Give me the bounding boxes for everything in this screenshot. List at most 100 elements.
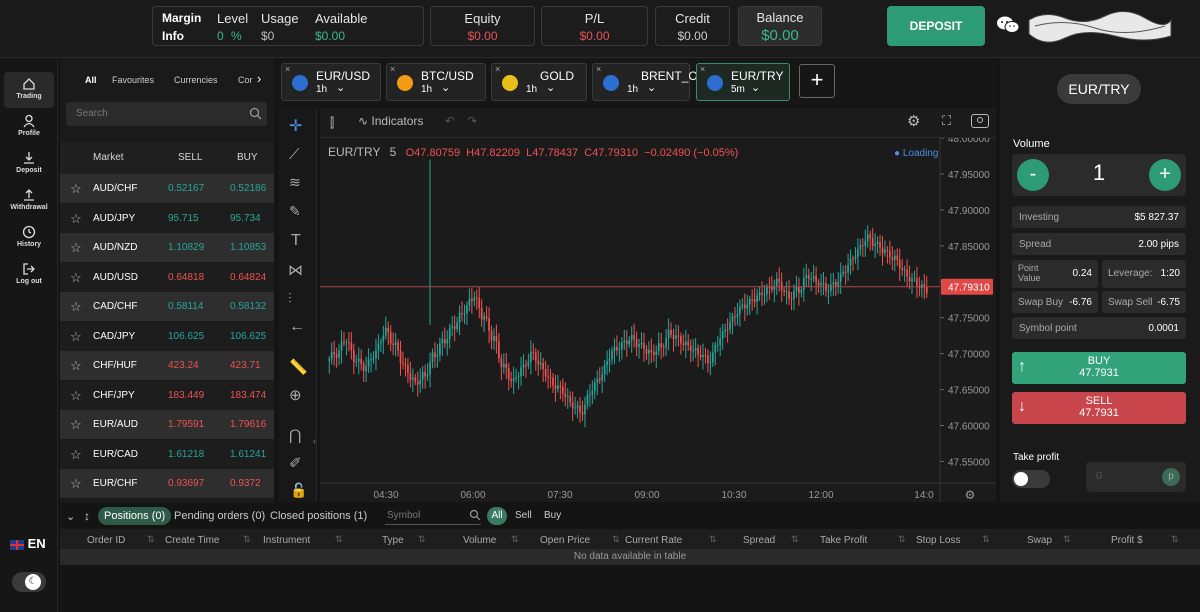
chevron-down-icon[interactable]: ⌄ xyxy=(546,81,555,94)
chevron-right-icon[interactable]: › xyxy=(257,71,261,86)
star-icon[interactable]: ☆ xyxy=(70,388,82,404)
lock-drawing-icon[interactable]: ✐ xyxy=(289,454,302,472)
sort-icon[interactable]: ⇅ xyxy=(612,534,620,545)
filter-all-button[interactable]: All xyxy=(487,507,507,525)
market-buy-price[interactable]: 1.61241 xyxy=(230,449,266,460)
market-row[interactable]: ☆ CAD/JPY 106.625 106.625 xyxy=(60,321,274,351)
market-buy-price[interactable]: 1.79616 xyxy=(230,419,266,430)
filter-more[interactable]: Cor xyxy=(238,75,253,85)
market-row[interactable]: ☆ AUD/USD 0.64818 0.64824 xyxy=(60,262,274,292)
volume-value[interactable]: 1 xyxy=(1082,160,1116,186)
candle-type-icon[interactable]: ⫿ xyxy=(330,115,334,131)
camera-icon[interactable] xyxy=(971,114,989,128)
market-sell-price[interactable]: 0.93697 xyxy=(168,478,204,489)
column-header[interactable]: Spread xyxy=(743,535,775,546)
collapse-chevron-icon[interactable]: ⌄ xyxy=(66,510,75,523)
market-buy-price[interactable]: 0.58132 xyxy=(230,301,266,312)
brush-tool-icon[interactable]: ✎ xyxy=(289,203,301,220)
filter-all[interactable]: All xyxy=(85,75,97,85)
volume-stepper[interactable]: - 1 + xyxy=(1012,154,1186,196)
market-row[interactable]: ☆ EUR/AUD 1.79591 1.79616 xyxy=(60,410,274,439)
column-header[interactable]: Stop Loss xyxy=(916,535,960,546)
back-arrow-icon[interactable]: ← xyxy=(289,318,305,336)
lock-icon[interactable]: 🔓 xyxy=(290,482,307,499)
close-icon[interactable]: × xyxy=(596,64,601,74)
sort-icon[interactable]: ⇅ xyxy=(982,534,990,545)
filter-sell-button[interactable]: Sell xyxy=(515,510,532,521)
nav-trading[interactable]: Trading xyxy=(4,72,54,108)
chevron-down-icon[interactable]: ⌄ xyxy=(441,81,450,94)
sell-button[interactable]: ↓ SELL 47.7931 xyxy=(1012,392,1186,424)
market-sell-price[interactable]: 95.715 xyxy=(168,213,199,224)
column-header[interactable]: Order ID xyxy=(87,535,125,546)
market-sell-price[interactable]: 106.625 xyxy=(168,331,204,342)
volume-increase-button[interactable]: + xyxy=(1149,159,1181,191)
star-icon[interactable]: ☆ xyxy=(70,447,82,463)
ruler-tool-icon[interactable]: 📏 xyxy=(289,358,308,376)
theme-toggle[interactable]: ☾ xyxy=(12,572,46,592)
fullscreen-icon[interactable]: ⛶ xyxy=(942,113,951,129)
market-row[interactable]: ☆ AUD/NZD 1.10829 1.10853 xyxy=(60,233,274,262)
close-icon[interactable]: × xyxy=(390,64,395,74)
market-buy-price[interactable]: 0.52186 xyxy=(230,183,266,194)
instrument-tab[interactable]: × EUR/TRY 5m ⌄ xyxy=(696,63,790,101)
text-tool-icon[interactable]: T xyxy=(291,232,301,250)
sort-icon[interactable]: ⇅ xyxy=(1063,534,1071,545)
column-header[interactable]: Volume xyxy=(463,535,496,546)
market-buy-price[interactable]: 95.734 xyxy=(230,213,261,224)
market-buy-price[interactable]: 0.9372 xyxy=(230,478,261,489)
market-buy-price[interactable]: 423.71 xyxy=(230,360,261,371)
sort-icon[interactable]: ⇅ xyxy=(1171,534,1179,545)
redo-icon[interactable]: ↷ xyxy=(467,114,477,128)
column-header[interactable]: Instrument xyxy=(263,535,310,546)
chevron-down-icon[interactable]: ⌄ xyxy=(751,81,760,94)
market-row[interactable]: ☆ CHF/HUF 423.24 423.71 xyxy=(60,351,274,380)
column-header[interactable]: Type xyxy=(382,535,404,546)
market-sell-price[interactable]: 1.79591 xyxy=(168,419,204,430)
prediction-tool-icon[interactable]: ⫶ xyxy=(288,290,292,307)
indicators-button[interactable]: ∿ Indicators xyxy=(358,114,423,128)
magnet-icon[interactable]: ⋂ xyxy=(289,426,301,444)
market-row[interactable]: ☆ EUR/CAD 1.61218 1.61241 xyxy=(60,439,274,469)
buy-button[interactable]: ↑ BUY 47.7931 xyxy=(1012,352,1186,384)
chevron-down-icon[interactable]: ⌄ xyxy=(647,81,656,94)
market-sell-price[interactable]: 0.52167 xyxy=(168,183,204,194)
resize-arrows-icon[interactable]: ↕ xyxy=(84,509,90,523)
market-sell-price[interactable]: 423.24 xyxy=(168,360,199,371)
star-icon[interactable]: ☆ xyxy=(70,329,82,345)
star-icon[interactable]: ☆ xyxy=(70,417,82,433)
sort-icon[interactable]: ⇅ xyxy=(418,534,426,545)
settings-gear-icon[interactable]: ⚙ xyxy=(907,112,920,130)
close-icon[interactable]: × xyxy=(495,64,500,74)
sort-icon[interactable]: ⇅ xyxy=(147,534,155,545)
deposit-button[interactable]: DEPOSIT xyxy=(887,6,985,46)
take-profit-toggle[interactable] xyxy=(1012,470,1050,488)
market-buy-price[interactable]: 1.10853 xyxy=(230,242,266,253)
market-row[interactable]: ☆ AUD/JPY 95.715 95.734 xyxy=(60,203,274,233)
star-icon[interactable]: ☆ xyxy=(70,358,82,374)
market-sell-price[interactable]: 0.58114 xyxy=(168,301,203,312)
sort-icon[interactable]: ⇅ xyxy=(709,534,717,545)
close-icon[interactable]: × xyxy=(285,64,290,74)
price-chart[interactable]: EUR/TRY 5 O47.80759 H47.82209 L47.78437 … xyxy=(320,138,996,502)
market-buy-price[interactable]: 106.625 xyxy=(230,331,266,342)
crosshair-tool-icon[interactable]: ✛ xyxy=(289,116,302,136)
nav-logout[interactable]: Log out xyxy=(4,262,54,285)
wechat-icon[interactable] xyxy=(996,14,1020,39)
star-icon[interactable]: ☆ xyxy=(70,181,82,197)
sort-icon[interactable]: ⇅ xyxy=(243,534,251,545)
trendline-tool-icon[interactable]: ⟋ xyxy=(289,146,300,163)
market-row[interactable]: ☆ CAD/CHF 0.58114 0.58132 xyxy=(60,292,274,321)
market-row[interactable]: ☆ EUR/CHF 0.93697 0.9372 xyxy=(60,469,274,498)
chevron-down-icon[interactable]: ⌄ xyxy=(336,81,345,94)
fib-tool-icon[interactable]: ≋ xyxy=(289,174,301,191)
take-profit-input[interactable]: 0 p xyxy=(1086,462,1186,492)
sort-icon[interactable]: ⇅ xyxy=(898,534,906,545)
market-sell-price[interactable]: 0.64818 xyxy=(168,272,204,283)
filter-favourites[interactable]: Favourites xyxy=(112,75,154,85)
column-header[interactable]: Take Profit xyxy=(820,535,867,546)
column-header[interactable]: Create Time xyxy=(165,535,219,546)
nav-profile[interactable]: Profile xyxy=(4,114,54,137)
undo-icon[interactable]: ↶ xyxy=(445,114,455,128)
column-header[interactable]: Open Price xyxy=(540,535,590,546)
